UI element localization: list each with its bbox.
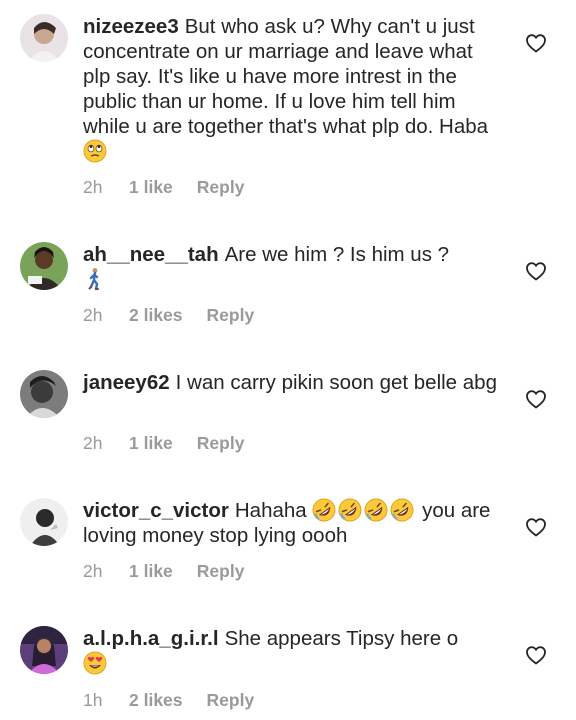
comment-body-before: Hahaha xyxy=(234,499,307,522)
comment-text: janeey62 I wan carry pikin soon get belle… xyxy=(83,370,498,395)
like-heart-icon[interactable] xyxy=(526,390,546,409)
person-walking-icon xyxy=(83,267,107,291)
like-heart-icon[interactable] xyxy=(526,646,546,665)
comment-likes[interactable]: 1 like xyxy=(129,561,173,582)
comment-likes[interactable]: 2 likes xyxy=(129,690,183,711)
rolling-on-floor-laughing-icon xyxy=(390,498,414,522)
rolling-on-floor-laughing-icon xyxy=(364,498,388,522)
reply-button[interactable]: Reply xyxy=(197,177,245,198)
face-with-rolling-eyes-icon xyxy=(83,139,107,163)
comment-username[interactable]: victor_c_victor xyxy=(83,499,229,522)
comment-time: 2h xyxy=(83,433,103,453)
comment-body: I wan carry pikin soon get belle abg xyxy=(175,371,497,394)
comment-text: ah__nee__tah Are we him ? Is him us ? xyxy=(83,242,498,292)
comment-meta: 2h 1 like Reply xyxy=(83,177,244,198)
comment-meta: 2h 2 likes Reply xyxy=(83,305,254,326)
avatar-photo-icon xyxy=(20,370,68,418)
comment-likes[interactable]: 2 likes xyxy=(129,305,183,326)
user-avatar[interactable] xyxy=(20,14,68,62)
user-avatar[interactable] xyxy=(20,242,68,290)
comment-body: Are we him ? Is him us ? xyxy=(224,243,450,266)
avatar-photo-icon xyxy=(20,498,68,546)
comment-likes[interactable]: 1 like xyxy=(129,433,173,454)
smiling-face-with-heart-eyes-icon xyxy=(83,651,107,675)
comment-body: She appears Tipsy here o xyxy=(224,627,459,650)
comment-username[interactable]: nizeezee3 xyxy=(83,15,179,38)
user-avatar[interactable] xyxy=(20,626,68,674)
comment-time: 2h xyxy=(83,561,103,581)
like-heart-icon[interactable] xyxy=(526,34,546,53)
reply-button[interactable]: Reply xyxy=(207,690,255,711)
comment-meta: 2h 1 like Reply xyxy=(83,561,244,582)
comment-text: nizeezee3 But who ask u? Why can't u just… xyxy=(83,14,498,164)
comment-username[interactable]: janeey62 xyxy=(83,371,170,394)
comment-text: victor_c_victor Hahaha you are loving mon… xyxy=(83,498,498,548)
comment-meta: 1h 2 likes Reply xyxy=(83,690,254,711)
comment-likes[interactable]: 1 like xyxy=(129,177,173,198)
avatar-photo-icon xyxy=(20,242,68,290)
comment-text: a.l.p.h.a_g.i.r.l She appears Tipsy here … xyxy=(83,626,498,676)
comment-time: 1h xyxy=(83,690,103,710)
avatar-photo-icon xyxy=(20,626,68,674)
user-avatar[interactable] xyxy=(20,498,68,546)
rolling-on-floor-laughing-icon xyxy=(338,498,362,522)
like-heart-icon[interactable] xyxy=(526,518,546,537)
comment-time: 2h xyxy=(83,305,103,325)
reply-button[interactable]: Reply xyxy=(197,561,245,582)
comment-username[interactable]: a.l.p.h.a_g.i.r.l xyxy=(83,627,219,650)
rolling-on-floor-laughing-icon xyxy=(312,498,336,522)
reply-button[interactable]: Reply xyxy=(207,305,255,326)
comment-username[interactable]: ah__nee__tah xyxy=(83,243,219,266)
user-avatar[interactable] xyxy=(20,370,68,418)
comment-meta: 2h 1 like Reply xyxy=(83,433,244,454)
avatar-photo-icon xyxy=(20,14,68,62)
reply-button[interactable]: Reply xyxy=(197,433,245,454)
like-heart-icon[interactable] xyxy=(526,262,546,281)
comment-time: 2h xyxy=(83,177,103,197)
